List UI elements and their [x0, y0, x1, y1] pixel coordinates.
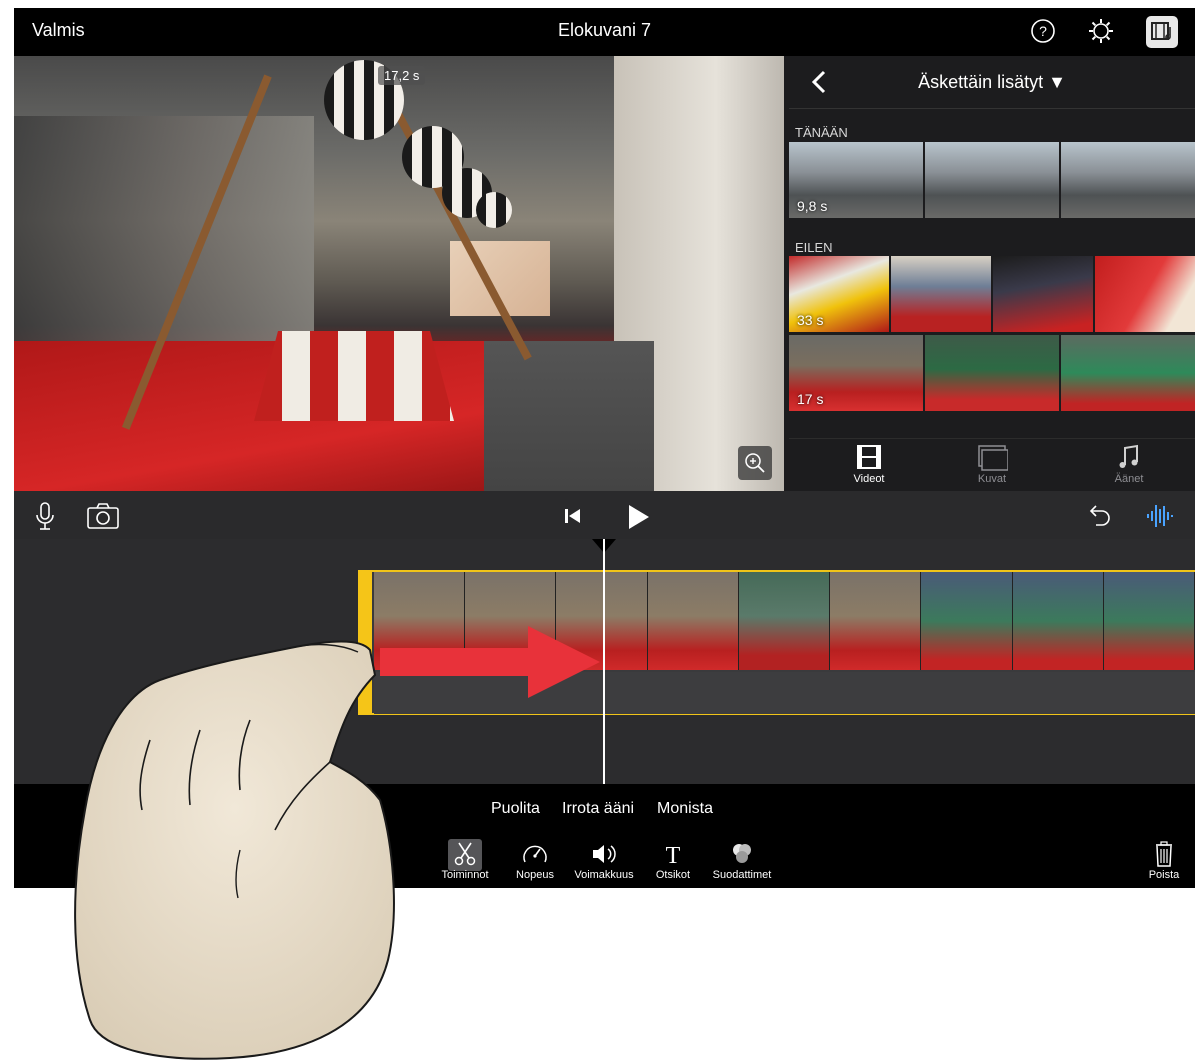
media-clip[interactable]: 9,8 s — [789, 142, 1195, 218]
section-label-yesterday: EILEN — [795, 240, 833, 255]
top-bar: Valmis Elokuvani 7 ? — [14, 8, 1195, 56]
tool-label: Toiminnot — [441, 869, 489, 881]
tool-speed[interactable]: Nopeus — [500, 840, 570, 881]
tool-label: Otsikot — [655, 869, 691, 881]
browser-tab-bar: Videot Kuvat Äänet — [789, 438, 1195, 491]
filters-icon — [733, 844, 751, 863]
speaker-icon — [593, 845, 616, 863]
svg-text:T: T — [666, 843, 681, 868]
split-action[interactable]: Puolita — [491, 800, 540, 818]
clip-thumbnail — [993, 256, 1093, 332]
tool-label: Nopeus — [516, 869, 554, 881]
media-clip[interactable]: 17 s — [789, 335, 1195, 411]
tab-label: Videot — [853, 473, 885, 485]
zoom-in-icon — [745, 453, 765, 473]
clip-thumbnail — [925, 335, 1059, 411]
tool-actions[interactable]: Toiminnot — [430, 840, 500, 881]
tool-filters[interactable]: Suodattimet — [707, 840, 777, 881]
music-icon — [1119, 444, 1138, 468]
browser-header: Äskettäin lisätyt ▼ — [789, 56, 1195, 109]
tool-titles[interactable]: T Otsikot — [638, 840, 708, 881]
filmstrip-frame — [647, 572, 739, 670]
clip-duration: 33 s — [797, 312, 824, 328]
playback-controls-bar — [14, 491, 1195, 539]
film-icon — [857, 445, 881, 469]
tab-audio[interactable]: Äänet — [1079, 443, 1179, 485]
tab-videos[interactable]: Videot — [819, 443, 919, 485]
filmstrip-frame — [830, 572, 922, 670]
playhead-line[interactable] — [603, 539, 605, 784]
photos-icon — [978, 445, 1008, 471]
clip-thumbnail: 9,8 s — [789, 142, 923, 218]
project-title: Elokuvani 7 — [557, 20, 652, 40]
title-text-icon: T — [666, 843, 681, 868]
tool-volume[interactable]: Voimakkuus — [569, 840, 639, 881]
zoom-in-button[interactable] — [738, 446, 772, 480]
pointing-hand-illustration — [74, 640, 395, 1060]
duplicate-action[interactable]: Monista — [657, 800, 713, 818]
play-icon[interactable] — [624, 501, 654, 531]
viewer-scene-ball — [476, 192, 512, 228]
audio-waveform-icon[interactable] — [1144, 501, 1174, 531]
tab-label: Kuvat — [977, 473, 1007, 485]
camera-icon[interactable] — [86, 501, 120, 531]
svg-text:?: ? — [1039, 23, 1047, 39]
media-clip[interactable]: 33 s — [789, 256, 1195, 332]
clip-duration-badge: 17,2 s — [378, 66, 426, 85]
tab-photos[interactable]: Kuvat — [942, 443, 1042, 485]
undo-icon[interactable] — [1084, 501, 1114, 531]
clip-thumbnail — [891, 256, 991, 332]
project-settings-icon[interactable] — [1145, 15, 1179, 49]
delete-label: Poista — [1148, 869, 1180, 881]
scissors-icon — [454, 842, 476, 866]
tab-label: Äänet — [1114, 473, 1144, 485]
trash-icon — [1156, 841, 1172, 867]
viewer-scene-stage — [254, 331, 454, 421]
tool-label: Voimakkuus — [574, 869, 634, 881]
clip-thumbnail — [1061, 142, 1195, 218]
filmstrip-frame — [738, 572, 831, 670]
media-browser: Äskettäin lisätyt ▼ TÄNÄÄN 9,8 s EILEN 3… — [789, 56, 1195, 491]
filmstrip-frame — [1103, 572, 1195, 670]
clip-thumbnail: 17 s — [789, 335, 923, 411]
clip-thumbnail — [925, 142, 1059, 218]
clip-duration: 9,8 s — [797, 198, 828, 214]
detach-audio-action[interactable]: Irrota ääni — [562, 800, 634, 818]
section-label-today: TÄNÄÄN — [795, 125, 848, 140]
settings-icon[interactable] — [1087, 17, 1115, 45]
filmstrip-frame — [921, 572, 1013, 670]
microphone-icon[interactable] — [30, 501, 60, 531]
filmstrip-frame — [1012, 572, 1104, 670]
clip-duration: 17 s — [797, 391, 824, 407]
clip-thumbnail — [1095, 256, 1195, 332]
skip-to-start-icon[interactable] — [558, 501, 588, 531]
delete-button[interactable]: Poista — [1129, 840, 1195, 881]
viewer-scene-walkway — [484, 341, 654, 491]
speedometer-icon — [523, 845, 547, 863]
help-icon[interactable]: ? — [1029, 17, 1057, 45]
video-viewer[interactable]: 17,2 s — [14, 56, 784, 491]
album-selector[interactable]: Äskettäin lisätyt ▼ — [789, 72, 1195, 93]
tool-label: Suodattimet — [712, 869, 772, 881]
clip-thumbnail — [1061, 335, 1195, 411]
clip-thumbnail: 33 s — [789, 256, 889, 332]
